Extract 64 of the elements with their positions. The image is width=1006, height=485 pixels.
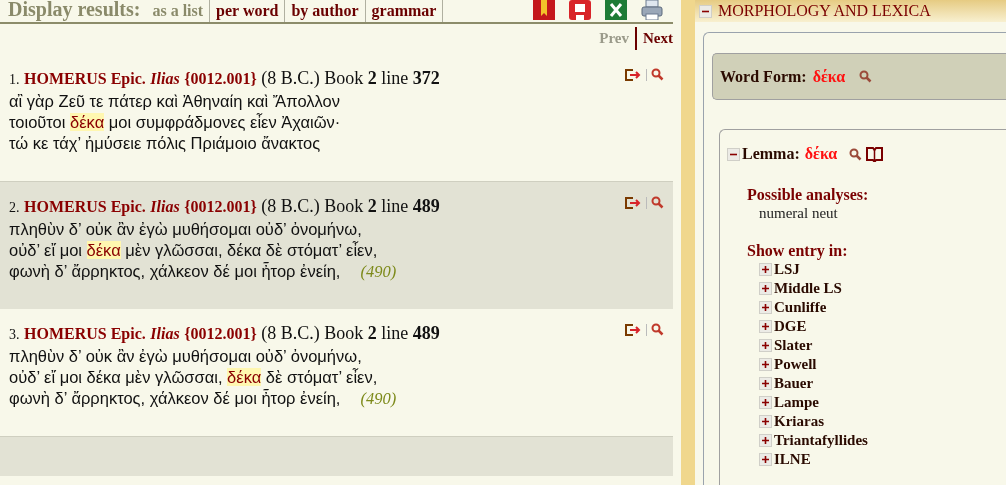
print-icon[interactable] (641, 0, 663, 20)
plus-icon (762, 437, 769, 444)
expand-toggle[interactable] (759, 339, 772, 352)
plus-icon (762, 380, 769, 387)
plus-icon (762, 361, 769, 368)
verse-line: φωνὴ δ’ ἄρρηκτος, χάλκεον δέ μοι ἦτορ ἐνείη, (9, 388, 341, 409)
citation-heading: 2. HOMERUS Epic. Ilias {0012.001} (8 B.C.) Book 2 line 489 (9, 195, 440, 218)
view-tab[interactable]: by author (285, 0, 366, 23)
verse-line: τώ κε τάχ’ ἠμύσειε πόλις Πριάμοιο ἄνακτος (9, 133, 321, 154)
search-icon[interactable] (849, 147, 863, 161)
search-icon[interactable] (859, 70, 873, 83)
book-icon[interactable] (866, 146, 884, 162)
plus-icon (762, 285, 769, 292)
word-form-label: Word Form: (720, 66, 807, 87)
collapse-toggle[interactable] (699, 4, 712, 18)
section-heading: Possible analyses: (747, 185, 870, 204)
expand-toggle[interactable] (759, 415, 772, 428)
view-tab[interactable]: grammar (365, 0, 444, 23)
next-link[interactable]: Next (635, 27, 673, 50)
citation-heading: 1. HOMERUS Epic. Ilias {0012.001} (8 B.C.) Book 2 line 372 (9, 67, 440, 90)
view-tab[interactable]: per word (210, 0, 286, 23)
verse-line: πληθὺν δ’ οὐκ ἂν ἐγὼ μυθήσομαι οὐδ’ ὀνομήνω, (9, 219, 362, 240)
line-reference: (490) (360, 388, 397, 409)
expand-toggle[interactable] (759, 453, 772, 466)
plus-icon (762, 456, 769, 463)
panel-title: MORPHOLOGY AND LEXICA (718, 1, 931, 21)
go-to-text-icon[interactable] (625, 323, 642, 336)
verse-line: φωνὴ δ’ ἄρρηκτος, χάλκεον δέ μοι ἦτορ ἐνείη, (9, 261, 341, 282)
analysis-text: numeral neut (758, 204, 839, 222)
lemma-value: δέκα (804, 144, 838, 164)
expand-toggle[interactable] (759, 358, 772, 371)
expand-toggle[interactable] (759, 263, 772, 276)
plus-icon (762, 399, 769, 406)
line-reference: (490) (360, 261, 397, 282)
expand-toggle[interactable] (759, 434, 772, 447)
bookmark-icon[interactable] (533, 0, 555, 20)
plus-icon (762, 266, 769, 273)
search-icon[interactable] (651, 323, 664, 336)
word-form-value: δέκα (812, 66, 846, 87)
collapse-toggle[interactable] (727, 147, 740, 161)
citation-heading: 3. HOMERUS Epic. Ilias {0012.001} (8 B.C.) Book 2 line 489 (9, 322, 440, 345)
save-icon[interactable] (569, 0, 591, 20)
verse-line: οὐδ’ εἴ μοι δέκα μὲν γλῶσσαι, δέκα δὲ στόματ’ εἶεν, (9, 367, 378, 388)
plus-icon (762, 323, 769, 330)
section-heading: Show entry in: (747, 241, 849, 260)
search-icon[interactable] (651, 196, 664, 209)
search-icon[interactable] (651, 68, 664, 81)
go-to-text-icon[interactable] (625, 68, 642, 81)
expand-toggle[interactable] (759, 396, 772, 409)
plus-icon (762, 304, 769, 311)
expand-toggle[interactable] (759, 320, 772, 333)
display-results-label: Display results: (8, 0, 141, 23)
plus-icon (762, 342, 769, 349)
verse-line: οὐδ’ εἴ μοι δέκα μὲν γλῶσσαι, δέκα δὲ στόματ’ εἶεν, (9, 240, 378, 261)
verse-line: αἲ γὰρ Ζεῦ τε πάτερ καὶ Ἀθηναίη καὶ Ἄπολλον (9, 91, 340, 112)
lemma-label: Lemma: (742, 144, 800, 164)
expand-toggle[interactable] (759, 377, 772, 390)
expand-toggle[interactable] (759, 301, 772, 314)
go-to-text-icon[interactable] (625, 196, 642, 209)
spreadsheet-icon[interactable] (605, 0, 627, 20)
verse-line: πληθὺν δ’ οὐκ ἂν ἐγὼ μυθήσομαι οὐδ’ ὀνομήνω, (9, 346, 362, 367)
expand-toggle[interactable] (759, 282, 772, 295)
plus-icon (762, 418, 769, 425)
verse-line: τοιοῦτοι δέκα μοι συμφράδμονες εἶεν Ἀχαιῶν· (9, 112, 341, 133)
